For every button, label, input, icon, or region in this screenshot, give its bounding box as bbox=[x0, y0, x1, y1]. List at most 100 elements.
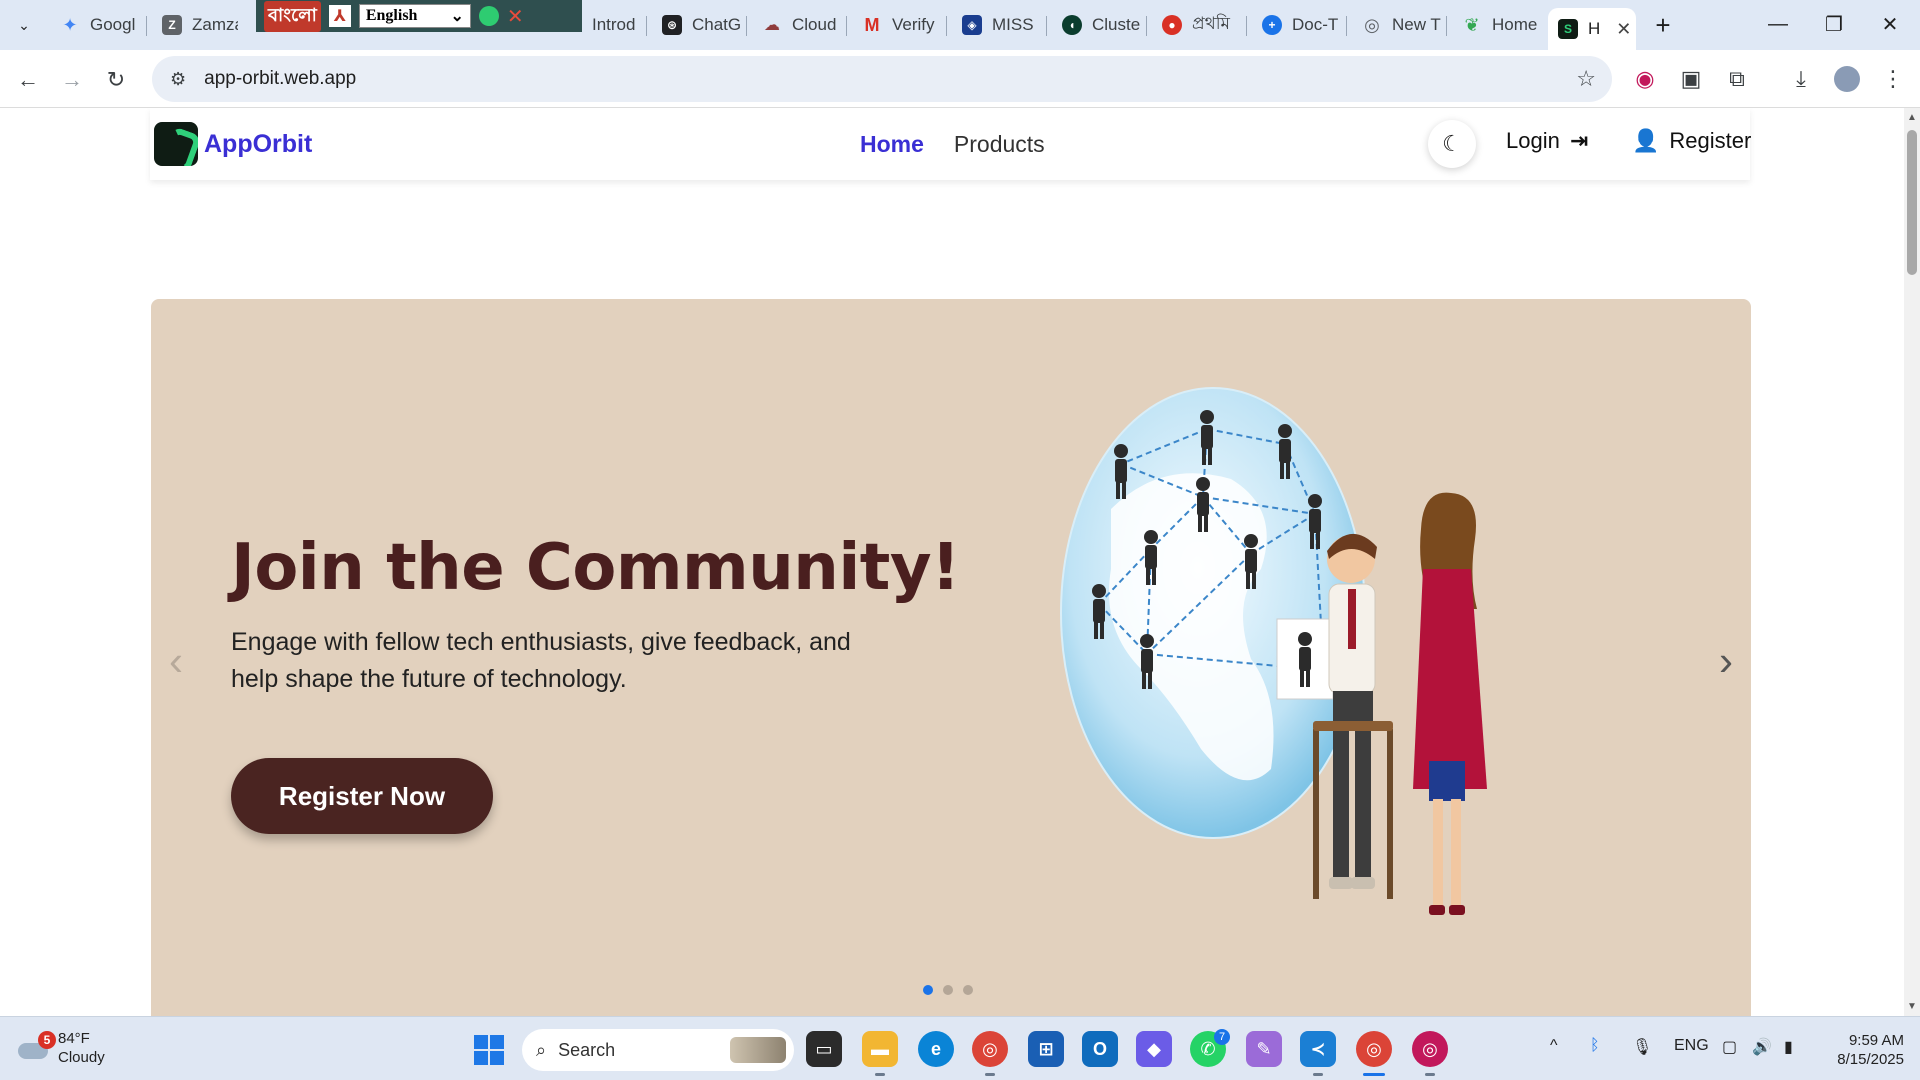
site-navbar: AppOrbit Home Products ☾ Login ⇥ 👤 Regis… bbox=[150, 108, 1751, 180]
forward-button[interactable]: → bbox=[52, 60, 92, 100]
task-view-icon[interactable]: ▭ bbox=[806, 1031, 842, 1067]
windows-taskbar: 5 84°F Cloudy ⌕ Search ▭ ▬ e ◎ ⊞ O ◆ ✆ 7… bbox=[0, 1016, 1920, 1080]
main-menu: Home Products bbox=[860, 108, 1045, 180]
profile-avatar[interactable] bbox=[1830, 62, 1864, 96]
chrome-active-icon[interactable]: ◎ bbox=[1356, 1031, 1392, 1067]
moon-icon: ☾ bbox=[1442, 131, 1462, 156]
hero-title: Join the Community! bbox=[231, 531, 960, 605]
copilot-icon[interactable]: ◆ bbox=[1136, 1031, 1172, 1067]
download-icon[interactable]: ⤓ bbox=[1784, 62, 1818, 96]
tab[interactable]: ☁ Cloud bbox=[752, 8, 844, 42]
tab[interactable]: ⊛ ChatG bbox=[652, 8, 744, 42]
chevron-down-icon: ⌄ bbox=[450, 8, 464, 25]
theme-toggle-button[interactable]: ☾ bbox=[1428, 120, 1476, 168]
tab[interactable]: Z Zamza bbox=[152, 8, 238, 42]
tab[interactable]: ◖ Cluste bbox=[1052, 8, 1144, 42]
url-text[interactable]: app-orbit.web.app bbox=[204, 68, 356, 90]
tab[interactable]: ◎ New T bbox=[1352, 8, 1444, 42]
page-scrollbar[interactable]: ▲ ▼ bbox=[1904, 108, 1920, 1016]
carousel-dot[interactable] bbox=[943, 985, 953, 995]
extensions-puzzle-icon[interactable]: ⧉ bbox=[1720, 62, 1754, 96]
reload-button[interactable]: ↻ bbox=[96, 60, 136, 100]
carousel-dot[interactable] bbox=[923, 985, 933, 995]
edge-icon[interactable]: e bbox=[918, 1031, 954, 1067]
zamzar-icon: Z bbox=[162, 15, 182, 35]
cloud-icon: ☁ bbox=[764, 17, 780, 34]
brand-name: AppOrbit bbox=[204, 129, 313, 158]
chrome-profile-icon[interactable]: ◎ bbox=[1412, 1031, 1448, 1067]
outlook-icon[interactable]: O bbox=[1082, 1031, 1118, 1067]
tab-active[interactable]: S H ✕ bbox=[1548, 8, 1636, 50]
site-info-icon[interactable]: ⚙ bbox=[170, 69, 186, 90]
tab-search-button[interactable]: ⌄ bbox=[6, 9, 42, 41]
chevron-down-icon: ⌄ bbox=[18, 16, 30, 33]
scroll-up-icon[interactable]: ▲ bbox=[1907, 112, 1917, 123]
user-plus-icon: 👤 bbox=[1632, 128, 1660, 153]
language-select[interactable]: English ⌄ bbox=[358, 4, 471, 28]
start-button[interactable] bbox=[474, 1035, 504, 1065]
close-window-button[interactable]: ✕ bbox=[1862, 6, 1918, 42]
cloud-icon: 5 bbox=[18, 1031, 56, 1061]
register-now-button[interactable]: Register Now bbox=[231, 758, 493, 834]
microphone-icon[interactable]: 🎙 bbox=[1632, 1037, 1652, 1057]
weather-temp: 84°F bbox=[58, 1030, 90, 1047]
news-icon: ● bbox=[1162, 15, 1182, 35]
apporbit-icon: S bbox=[1558, 19, 1578, 39]
openai-icon: ⊛ bbox=[662, 15, 682, 35]
register-link[interactable]: 👤 Register bbox=[1632, 128, 1751, 154]
close-icon[interactable]: ✕ bbox=[1616, 19, 1631, 40]
carousel-next-icon[interactable]: › bbox=[1719, 637, 1733, 685]
scroll-thumb[interactable] bbox=[1907, 130, 1917, 275]
screenshot-icon[interactable]: ▣ bbox=[1674, 62, 1708, 96]
bluetooth-icon[interactable]: ᛒ bbox=[1590, 1037, 1600, 1055]
tab[interactable]: ✦ Googl bbox=[50, 8, 136, 42]
chrome-icon[interactable]: ◎ bbox=[972, 1031, 1008, 1067]
pdf-icon[interactable]: ⅄ bbox=[328, 5, 351, 27]
tab[interactable]: ❦ Home bbox=[1452, 8, 1544, 42]
address-bar[interactable]: ⚙ app-orbit.web.app ☆ bbox=[152, 56, 1612, 102]
carousel-dot[interactable] bbox=[963, 985, 973, 995]
input-language[interactable]: ENG bbox=[1674, 1037, 1709, 1055]
bookmark-star-icon[interactable]: ☆ bbox=[1576, 66, 1596, 92]
minimize-icon: — bbox=[1768, 12, 1788, 35]
tray-overflow-icon[interactable]: ^ bbox=[1550, 1037, 1558, 1055]
file-explorer-icon[interactable]: ▬ bbox=[862, 1031, 898, 1067]
more-menu-icon[interactable]: ⋮ bbox=[1876, 62, 1910, 96]
translator-overlay: বাংলো ⅄ English ⌄ ✕ bbox=[256, 0, 582, 32]
extension-lens-icon[interactable]: ◉ bbox=[1628, 62, 1662, 96]
tab[interactable]: Introd bbox=[582, 8, 642, 42]
brand[interactable]: AppOrbit bbox=[154, 122, 312, 166]
network-icon[interactable]: ▢ bbox=[1722, 1037, 1737, 1057]
new-tab-button[interactable]: + bbox=[1648, 10, 1678, 40]
hero-carousel: Join the Community! Engage with fellow t… bbox=[151, 299, 1751, 1016]
scroll-down-icon[interactable]: ▼ bbox=[1907, 1001, 1917, 1012]
tab[interactable]: M Verify bbox=[852, 8, 944, 42]
vscode-icon[interactable]: ≺ bbox=[1300, 1031, 1336, 1067]
carousel-indicators bbox=[923, 985, 973, 995]
hero-description: Engage with fellow tech enthusiasts, giv… bbox=[231, 628, 851, 693]
login-link[interactable]: Login ⇥ bbox=[1506, 128, 1588, 154]
microsoft-store-icon[interactable]: ⊞ bbox=[1028, 1031, 1064, 1067]
carousel-prev-icon[interactable]: ‹ bbox=[169, 637, 183, 685]
pen-icon[interactable]: ✎ bbox=[1246, 1031, 1282, 1067]
go-icon[interactable] bbox=[478, 6, 499, 26]
nav-products[interactable]: Products bbox=[954, 131, 1045, 158]
taskbar-search[interactable]: ⌕ Search bbox=[522, 1029, 794, 1071]
weather-widget[interactable]: 5 84°F Cloudy bbox=[18, 1029, 105, 1067]
tab[interactable]: ● প্রথমি bbox=[1152, 8, 1244, 42]
plus-icon: + bbox=[1655, 9, 1671, 40]
tab[interactable]: ◈ MISS bbox=[952, 8, 1044, 42]
nav-home[interactable]: Home bbox=[860, 131, 924, 158]
bangla-label[interactable]: বাংলো bbox=[264, 0, 321, 32]
tab[interactable]: + Doc-T bbox=[1252, 8, 1344, 42]
back-button[interactable]: ← bbox=[8, 60, 48, 100]
arrow-right-icon: → bbox=[61, 67, 83, 92]
volume-icon[interactable]: 🔊 bbox=[1752, 1037, 1772, 1057]
shield-icon: ◈ bbox=[962, 15, 982, 35]
system-clock[interactable]: 9:59 AM 8/15/2025 bbox=[1816, 1031, 1904, 1069]
battery-icon[interactable]: ▮ bbox=[1784, 1037, 1793, 1057]
minimize-button[interactable]: — bbox=[1750, 6, 1806, 42]
restore-button[interactable]: ❐ bbox=[1806, 6, 1862, 42]
close-icon[interactable]: ✕ bbox=[507, 4, 524, 29]
gmail-icon: M bbox=[864, 14, 880, 35]
